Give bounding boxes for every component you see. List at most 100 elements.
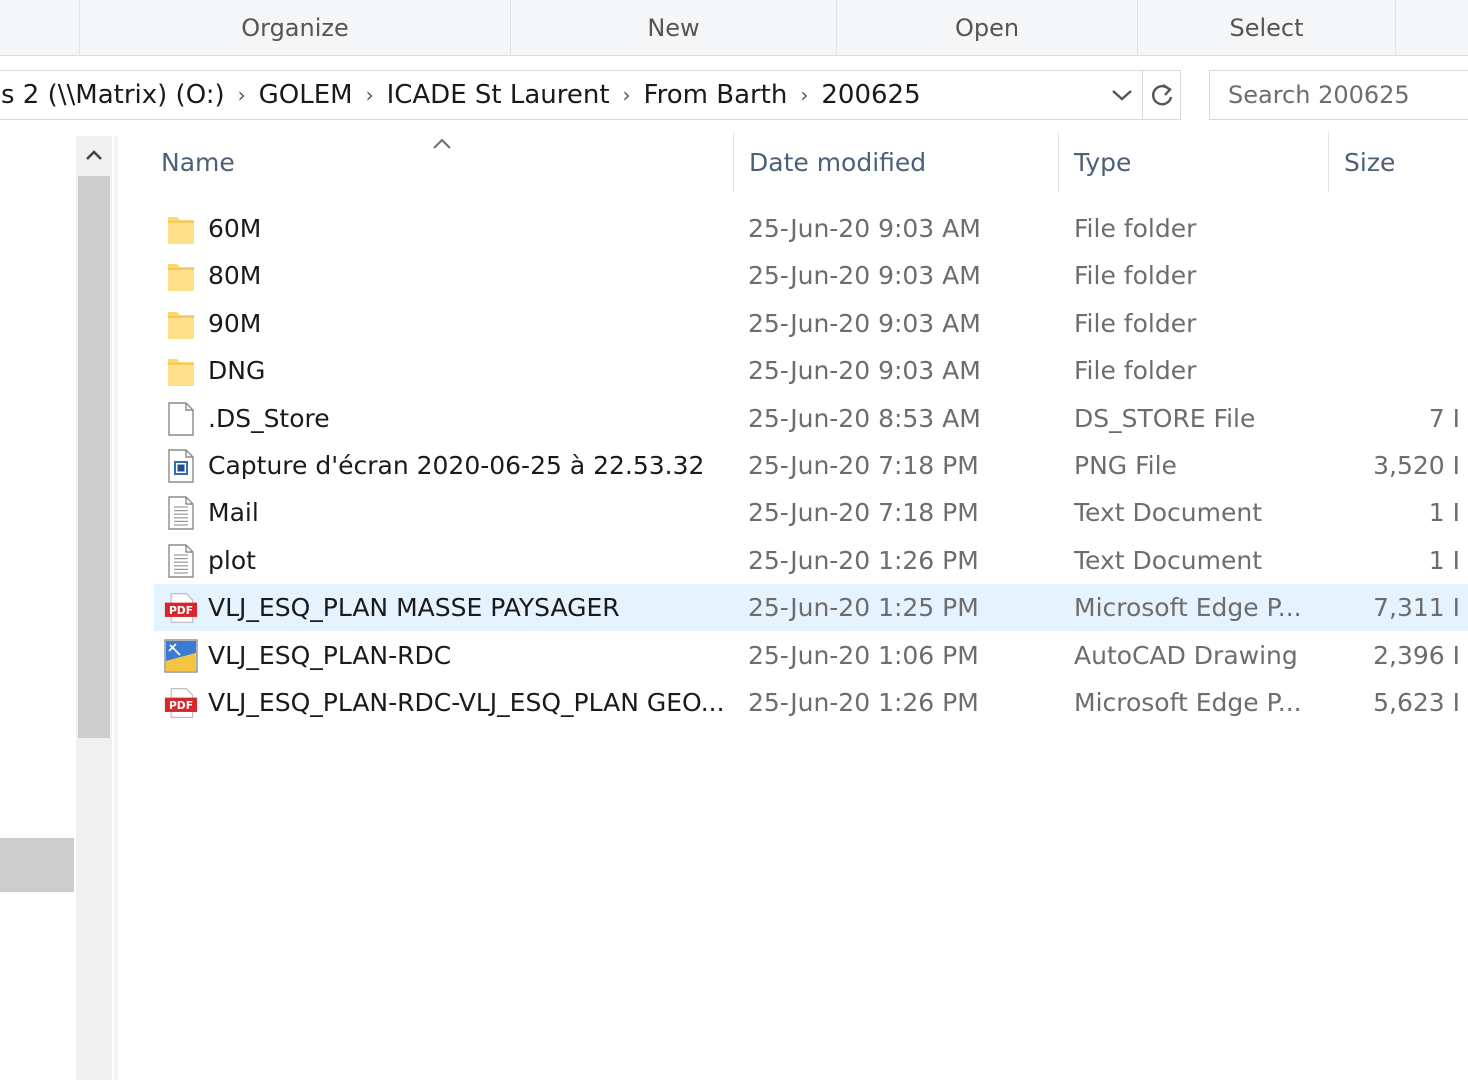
ribbon-group-label: Open — [954, 14, 1020, 42]
ribbon-group-organize[interactable]: Organize — [80, 0, 511, 56]
column-header-size[interactable]: Size — [1329, 132, 1468, 192]
blank-file-icon — [164, 395, 198, 442]
file-date-modified: 25-Jun-20 1:06 PM — [748, 641, 979, 670]
file-size: 2,396 I — [1373, 641, 1460, 670]
nav-scrollbar[interactable] — [76, 136, 112, 1080]
file-date-modified: 25-Jun-20 1:25 PM — [748, 593, 979, 622]
breadcrumb-item-icade[interactable]: ICADE St Laurent — [383, 80, 614, 110]
file-name: Mail — [208, 498, 259, 527]
folder-icon — [164, 347, 198, 394]
image-file-icon — [164, 442, 198, 489]
file-type: File folder — [1074, 356, 1197, 385]
column-header-name[interactable]: Name — [148, 132, 734, 192]
navigation-pane[interactable] — [0, 132, 76, 1080]
file-date-modified: 25-Jun-20 9:03 AM — [748, 309, 981, 338]
file-size: 1 I — [1428, 546, 1460, 575]
file-type: PNG File — [1074, 451, 1177, 480]
file-row[interactable]: 80M 25-Jun-20 9:03 AM File folder — [154, 252, 1468, 299]
file-name: Capture d'écran 2020-06-25 à 22.53.32 — [208, 451, 705, 480]
file-name: 80M — [208, 261, 262, 290]
breadcrumb-chevron-icon[interactable]: › — [357, 83, 383, 107]
breadcrumb-item-golem[interactable]: GOLEM — [255, 80, 357, 110]
file-type: AutoCAD Drawing — [1074, 641, 1298, 670]
breadcrumb-chevron-icon[interactable]: › — [229, 83, 255, 107]
breadcrumb-chevron-icon[interactable]: › — [791, 83, 817, 107]
ribbon-group-label: New — [647, 14, 700, 42]
file-size: 1 I — [1428, 498, 1460, 527]
file-date-modified: 25-Jun-20 1:26 PM — [748, 688, 979, 717]
text-file-icon — [164, 537, 198, 584]
file-type: Text Document — [1074, 546, 1263, 575]
file-row[interactable]: .DS_Store 25-Jun-20 8:53 AM DS_STORE File 7… — [154, 395, 1468, 442]
file-row[interactable]: PDF VLJ_ESQ_PLAN MASSE PAYSAGER 25-Jun-20 … — [154, 584, 1468, 631]
file-type: Text Document — [1074, 498, 1263, 527]
file-date-modified: 25-Jun-20 7:18 PM — [748, 451, 979, 480]
file-name: VLJ_ESQ_PLAN MASSE PAYSAGER — [208, 593, 620, 622]
file-name: 90M — [208, 309, 262, 338]
file-size: 7 I — [1428, 404, 1460, 433]
file-size: 7,311 I — [1373, 593, 1460, 622]
refresh-icon[interactable] — [1142, 71, 1180, 119]
file-size: 5,623 I — [1373, 688, 1460, 717]
autocad-file-icon — [164, 632, 198, 679]
chevron-down-icon[interactable] — [1105, 75, 1139, 115]
file-date-modified: 25-Jun-20 8:53 AM — [748, 404, 981, 433]
ribbon-group-label: Select — [1229, 14, 1304, 42]
folder-icon — [164, 205, 198, 252]
address-row: s 2 (\\Matrix) (O:) › GOLEM › ICADE St L… — [0, 56, 1468, 132]
file-date-modified: 25-Jun-20 9:03 AM — [748, 261, 981, 290]
file-type: Microsoft Edge P... — [1074, 593, 1302, 622]
ribbon-group-open[interactable]: Open — [837, 0, 1138, 56]
scroll-up-arrow-icon[interactable] — [76, 136, 112, 174]
breadcrumb-item-current[interactable]: 200625 — [817, 80, 924, 110]
folder-icon — [164, 300, 198, 347]
ribbon-group-new[interactable]: New — [511, 0, 837, 56]
file-date-modified: 25-Jun-20 9:03 AM — [748, 356, 981, 385]
file-date-modified: 25-Jun-20 1:26 PM — [748, 546, 979, 575]
address-bar[interactable]: s 2 (\\Matrix) (O:) › GOLEM › ICADE St L… — [0, 70, 1181, 120]
file-size — [1340, 252, 1460, 299]
file-name: VLJ_ESQ_PLAN-RDC-VLJ_ESQ_PLAN GEO... — [208, 688, 725, 717]
file-row[interactable]: 90M 25-Jun-20 9:03 AM File folder — [154, 300, 1468, 347]
file-row[interactable]: PDF VLJ_ESQ_PLAN-RDC-VLJ_ESQ_PLAN GEO... 2… — [154, 679, 1468, 726]
file-date-modified: 25-Jun-20 9:03 AM — [748, 214, 981, 243]
file-name: VLJ_ESQ_PLAN-RDC — [208, 641, 452, 670]
search-box[interactable] — [1209, 70, 1468, 120]
pdf-file-icon: PDF — [164, 584, 198, 631]
file-size — [1340, 347, 1460, 394]
file-row[interactable]: VLJ_ESQ_PLAN-RDC 25-Jun-20 1:06 PM AutoCAD… — [154, 632, 1468, 679]
column-header-type[interactable]: Type — [1059, 132, 1329, 192]
file-type: File folder — [1074, 309, 1197, 338]
pdf-badge-text: PDF — [169, 698, 193, 711]
file-type: File folder — [1074, 214, 1197, 243]
nav-selected-item[interactable] — [0, 838, 74, 892]
file-name: .DS_Store — [208, 404, 330, 433]
file-row[interactable]: DNG 25-Jun-20 9:03 AM File folder — [154, 347, 1468, 394]
ribbon-group-overflow — [1396, 0, 1468, 56]
file-size: 3,520 I — [1373, 451, 1460, 480]
file-size — [1340, 300, 1460, 347]
file-list[interactable]: Name Date modified Type Size 60M 25-Jun-2… — [118, 132, 1468, 1080]
ribbon-group-select[interactable]: Select — [1138, 0, 1396, 56]
ribbon-group-clipboard — [0, 0, 80, 56]
nav-scroll-thumb[interactable] — [78, 176, 110, 738]
column-header-date-modified[interactable]: Date modified — [734, 132, 1059, 192]
file-row[interactable]: Capture d'écran 2020-06-25 à 22.53.32 25-… — [154, 442, 1468, 489]
breadcrumb-item-from-barth[interactable]: From Barth — [640, 80, 792, 110]
breadcrumb-item-drive[interactable]: s 2 (\\Matrix) (O:) — [0, 80, 229, 110]
pdf-file-icon: PDF — [164, 679, 198, 726]
breadcrumb: s 2 (\\Matrix) (O:) › GOLEM › ICADE St L… — [0, 71, 925, 119]
file-type: DS_STORE File — [1074, 404, 1256, 433]
folder-icon — [164, 252, 198, 299]
file-name: DNG — [208, 356, 266, 385]
pdf-badge-text: PDF — [169, 603, 193, 616]
file-row[interactable]: 60M 25-Jun-20 9:03 AM File folder — [154, 205, 1468, 252]
ribbon: Organize New Open Select — [0, 0, 1468, 56]
file-row[interactable]: Mail 25-Jun-20 7:18 PM Text Document 1 I — [154, 489, 1468, 536]
search-input[interactable] — [1210, 71, 1468, 119]
file-row[interactable]: plot 25-Jun-20 1:26 PM Text Document 1 I — [154, 537, 1468, 584]
file-size — [1340, 205, 1460, 252]
breadcrumb-chevron-icon[interactable]: › — [614, 83, 640, 107]
file-name: plot — [208, 546, 256, 575]
file-type: Microsoft Edge P... — [1074, 688, 1302, 717]
